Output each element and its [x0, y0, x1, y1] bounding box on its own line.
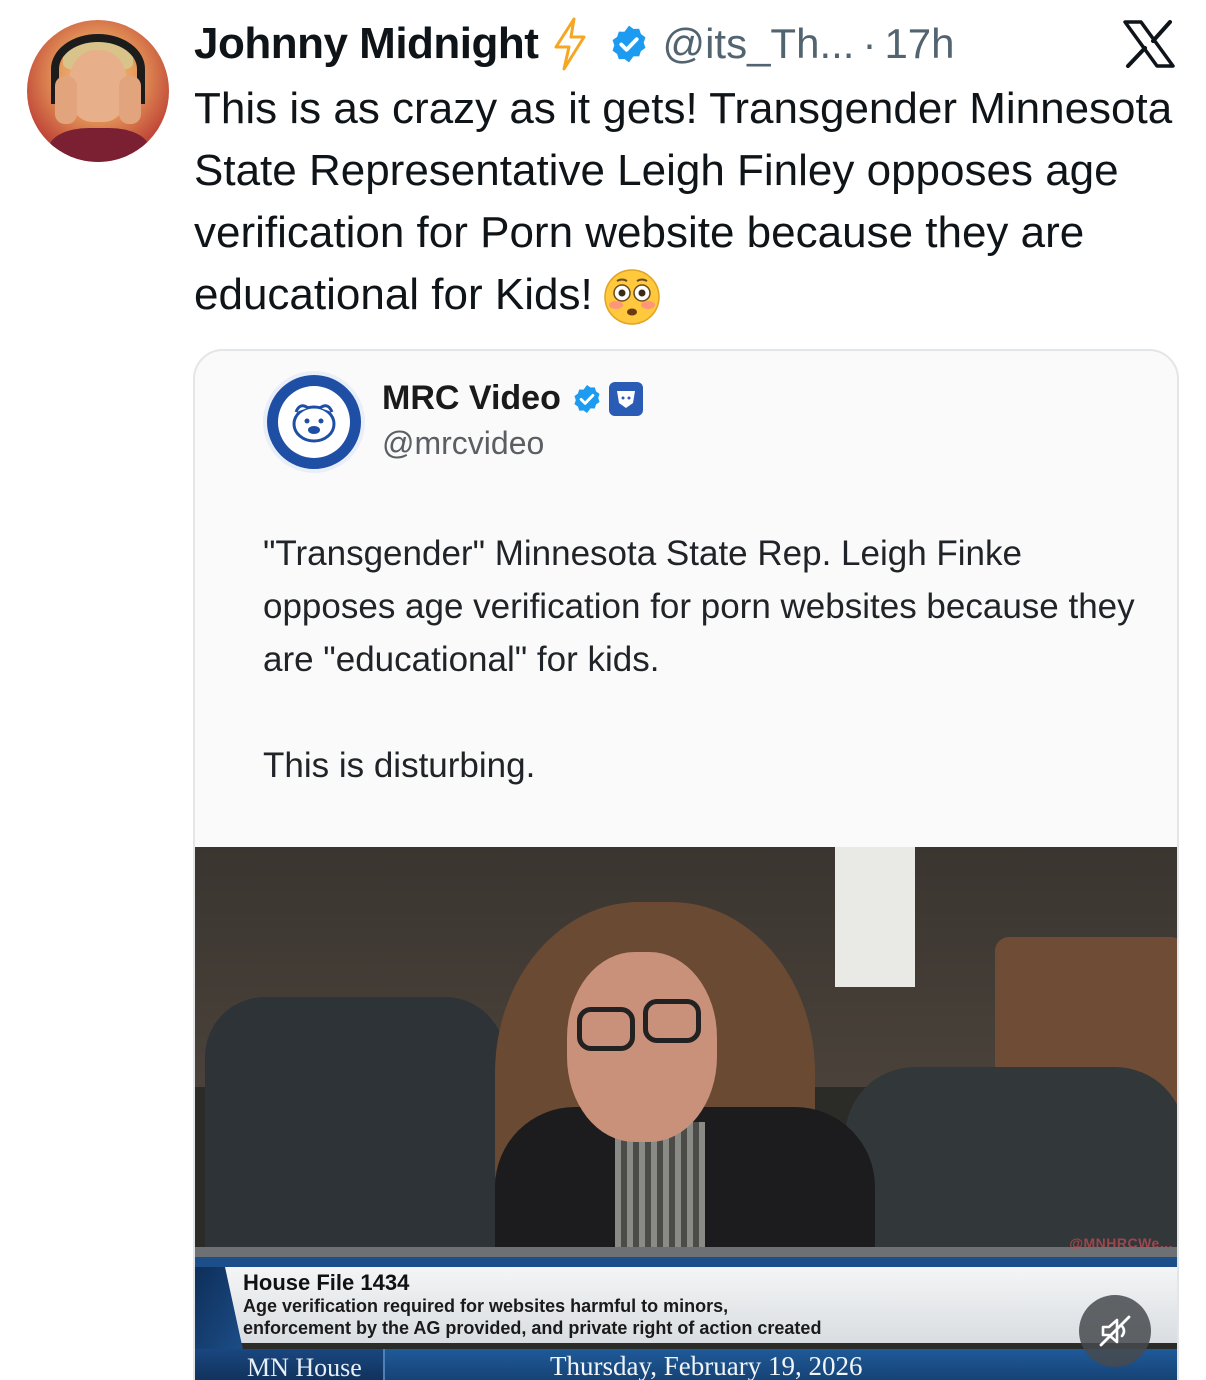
bill-info-panel: House File 1434 Age verification require…	[225, 1267, 1177, 1343]
video-lower-third: @MNHRCWe... House File 1434 Age verifica…	[195, 1235, 1177, 1380]
post-header: Johnny Midnight @its_Th... · 17h	[194, 16, 955, 72]
separator-dot: ·	[862, 20, 877, 67]
affiliate-badge-icon	[608, 381, 643, 416]
quoted-paragraph-1: "Transgender" Minnesota State Rep. Leigh…	[263, 534, 1135, 679]
quoted-author-row: MRC Video	[382, 379, 643, 418]
post-timestamp[interactable]: 17h	[884, 20, 954, 68]
author-name[interactable]: Johnny Midnight	[194, 19, 539, 69]
broadcast-bar: MN House Thursday, February 19, 2026	[195, 1349, 1177, 1380]
author-avatar[interactable]	[27, 20, 169, 162]
verified-badge-icon	[612, 25, 646, 63]
quoted-author-handle[interactable]: @mrcvideo	[382, 425, 544, 462]
quoted-post-card[interactable]: MRC Video @mrcvideo "Transgender" Minnes…	[193, 349, 1179, 1380]
flushed-face-icon	[603, 269, 660, 326]
quoted-post-text: "Transgender" Minnesota State Rep. Leigh…	[263, 527, 1143, 792]
broadcast-date: Thursday, February 19, 2026	[550, 1351, 863, 1380]
x-logo-icon[interactable]	[1122, 20, 1176, 68]
bill-description-line-1: Age verification required for websites h…	[243, 1296, 729, 1316]
author-handle[interactable]: @its_Th...	[662, 20, 854, 68]
channel-label: MN House	[195, 1349, 385, 1380]
video-watermark: @MNHRCWe...	[1069, 1235, 1173, 1251]
muted-speaker-icon	[1099, 1315, 1131, 1347]
video-player[interactable]: @MNHRCWe... House File 1434 Age verifica…	[195, 847, 1177, 1380]
quoted-author-avatar[interactable]	[263, 371, 365, 473]
post-text: This is as crazy as it gets! Transgender…	[194, 78, 1184, 326]
bill-description-line-2: enforcement by the AG provided, and priv…	[243, 1318, 822, 1338]
lightning-bolt-icon	[554, 17, 586, 71]
quoted-author-name[interactable]: MRC Video	[382, 379, 561, 418]
unmute-button[interactable]	[1079, 1295, 1151, 1367]
bill-title: House File 1434	[243, 1270, 410, 1295]
bulldog-logo-icon	[292, 404, 336, 443]
post-text-content: This is as crazy as it gets! Transgender…	[194, 84, 1173, 319]
quoted-paragraph-2: This is disturbing.	[263, 746, 536, 785]
verified-badge-icon	[574, 384, 600, 413]
